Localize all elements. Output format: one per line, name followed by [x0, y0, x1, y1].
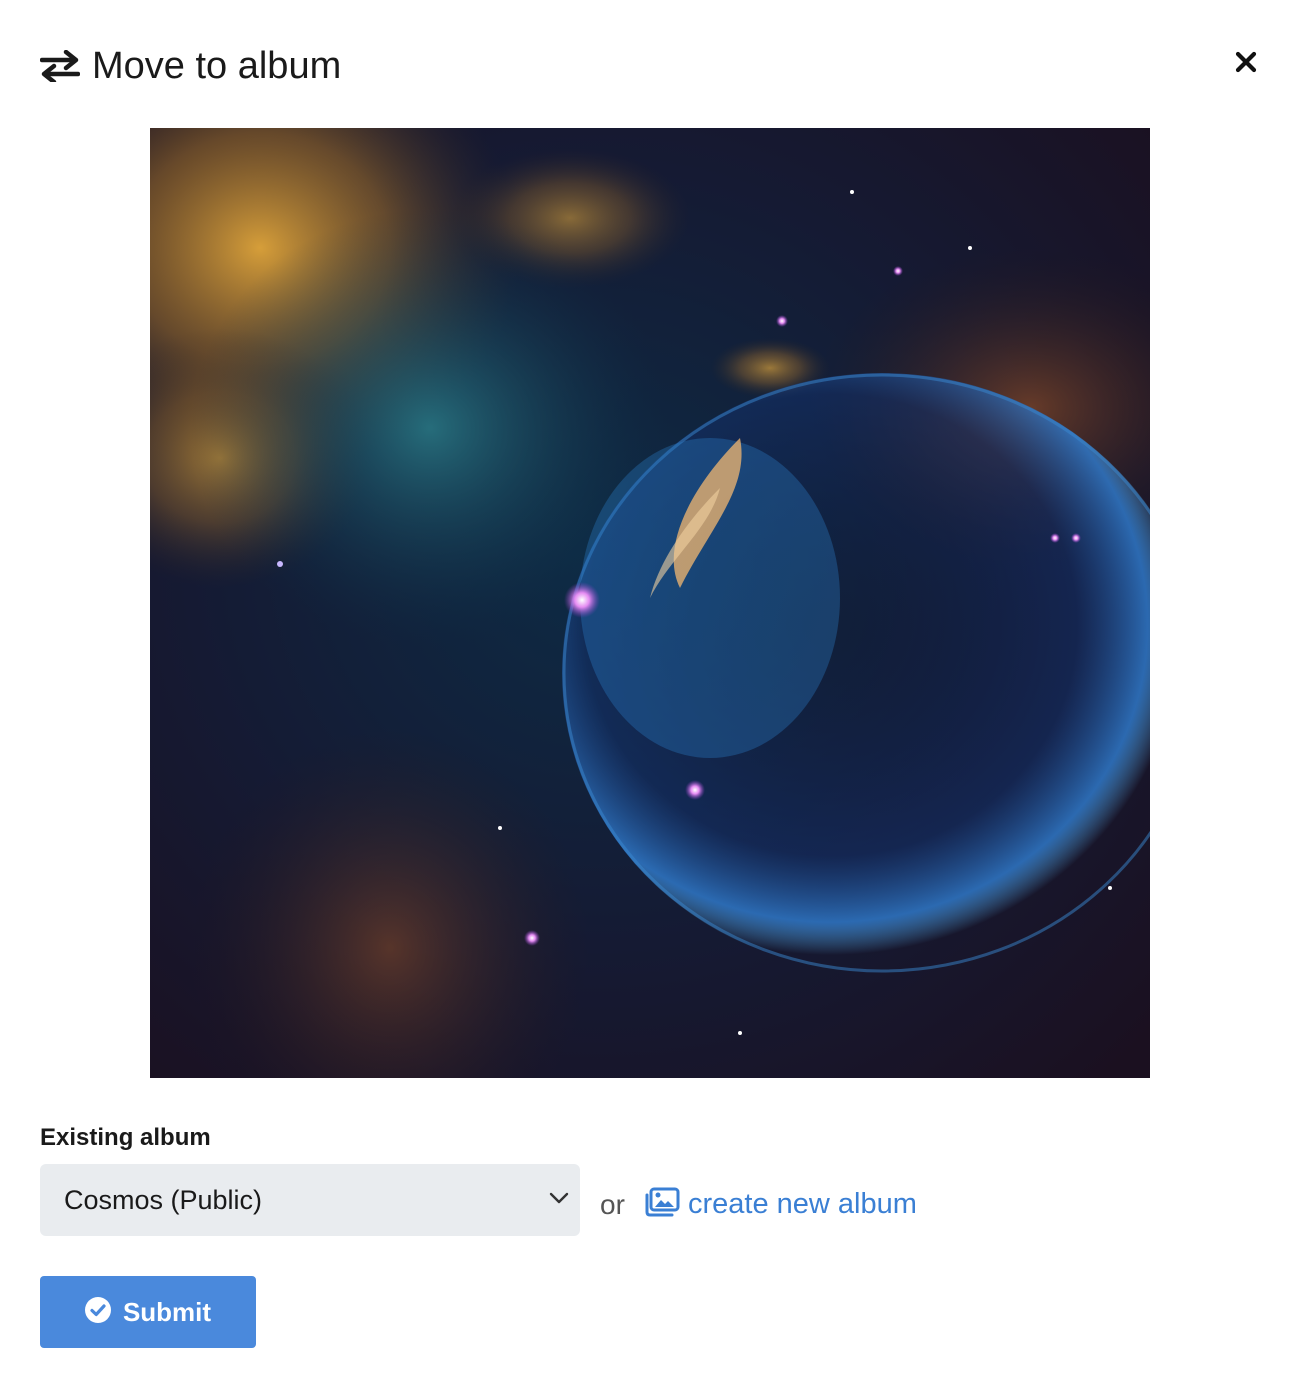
nebula-photo: [150, 128, 1150, 1078]
exchange-arrows-icon: [40, 46, 80, 86]
close-icon: [1235, 51, 1257, 78]
photo-preview: [150, 128, 1150, 1078]
create-new-album-label: create new album: [688, 1188, 917, 1220]
check-circle-icon: [84, 1296, 111, 1328]
submit-label: Submit: [122, 1296, 212, 1327]
dialog-header: Move to album: [40, 38, 341, 94]
album-select-value: Cosmos (Public): [64, 1184, 263, 1215]
close-button[interactable]: [1228, 46, 1264, 82]
album-select[interactable]: Cosmos (Public): [40, 1164, 580, 1236]
chevron-down-icon: [548, 1190, 570, 1211]
create-new-album-link[interactable]: create new album: [644, 1187, 917, 1222]
existing-album-label: Existing album: [40, 1124, 211, 1151]
images-icon: [644, 1187, 680, 1222]
or-text: or: [600, 1189, 625, 1220]
submit-button[interactable]: Submit: [40, 1276, 256, 1348]
dialog-title: Move to album: [92, 45, 342, 87]
